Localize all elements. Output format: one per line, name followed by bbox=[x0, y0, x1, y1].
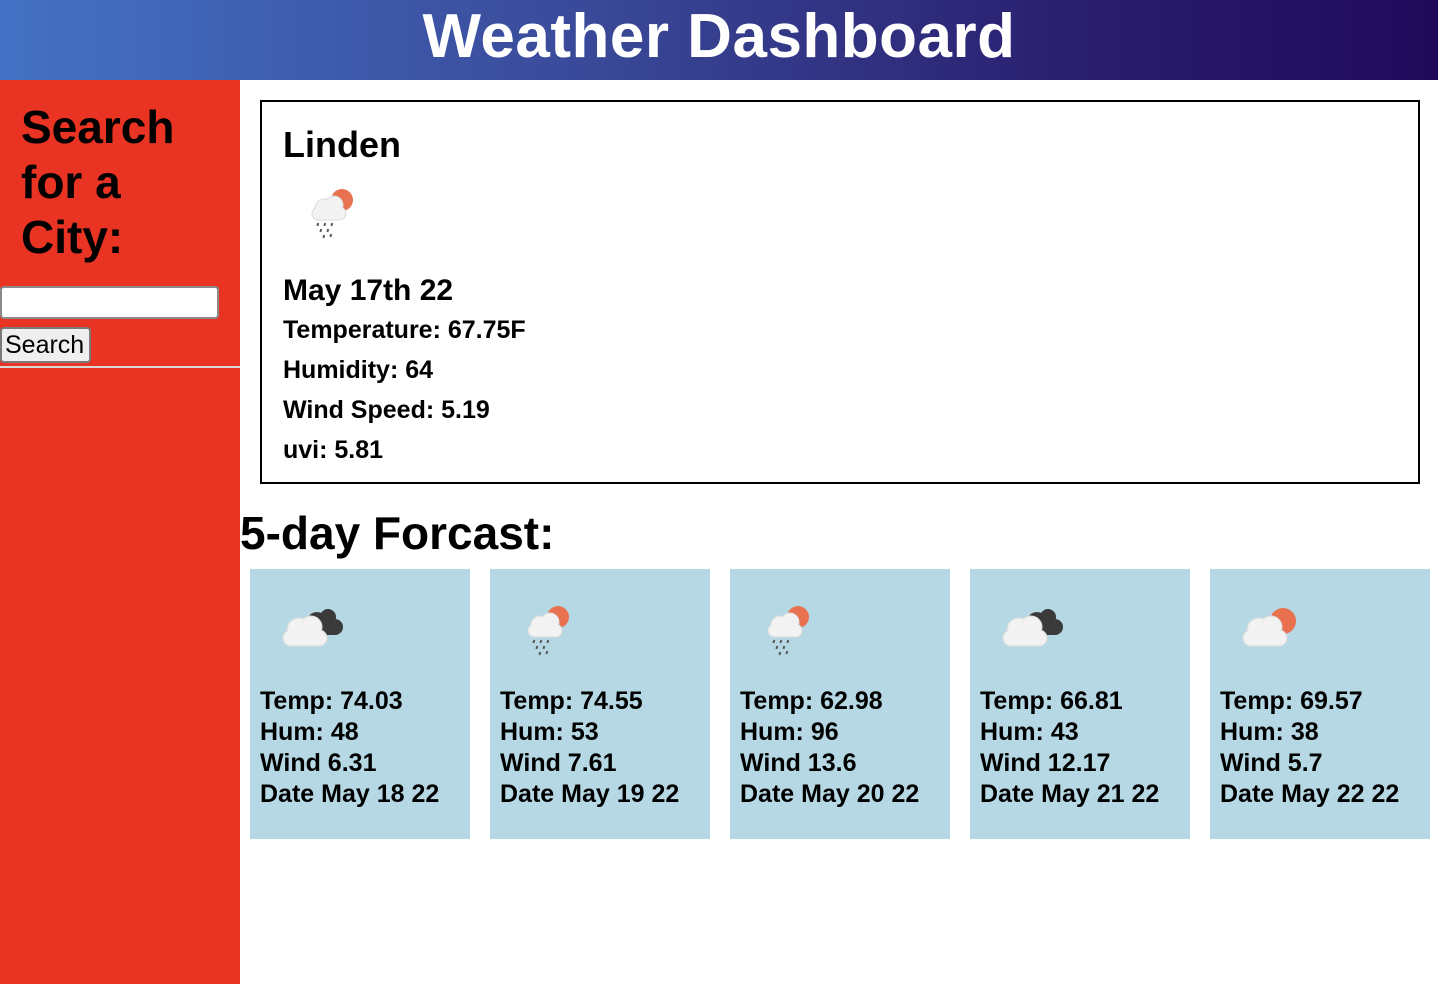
forecast-temp: Temp: 62.98 bbox=[740, 687, 883, 715]
forecast-temp: Temp: 69.57 bbox=[1220, 687, 1363, 715]
search-sidebar: Search for a City: Search bbox=[0, 80, 240, 984]
forecast-date: Date May 20 22 bbox=[740, 780, 920, 808]
sun-cloud-icon bbox=[1231, 597, 1311, 657]
app-header: Weather Dashboard bbox=[0, 0, 1438, 80]
rain-sun-cloud-icon bbox=[758, 599, 822, 663]
dark-cloud-icon bbox=[991, 597, 1071, 657]
forecast-date: Date May 22 22 bbox=[1220, 780, 1400, 808]
forecast-wind: Wind 13.6 bbox=[740, 749, 857, 777]
rain-sun-cloud-icon bbox=[518, 599, 582, 663]
forecast-wind: Wind 12.17 bbox=[980, 749, 1111, 777]
search-button[interactable]: Search bbox=[0, 327, 91, 363]
forecast-date: Date May 19 22 bbox=[500, 780, 680, 808]
page-title: Weather Dashboard bbox=[422, 2, 1016, 71]
forecast-humidity: Hum: 96 bbox=[740, 718, 839, 746]
forecast-card: Temp: 62.98 Hum: 96 Wind 13.6 Date May 2… bbox=[730, 569, 950, 839]
forecast-date: Date May 21 22 bbox=[980, 780, 1160, 808]
forecast-humidity: Hum: 53 bbox=[500, 718, 599, 746]
forecast-temp: Temp: 74.03 bbox=[260, 687, 403, 715]
forecast-card: Temp: 74.03 Hum: 48 Wind 6.31 Date May 1… bbox=[250, 569, 470, 839]
forecast-card: Temp: 74.55 Hum: 53 Wind 7.61 Date May 1… bbox=[490, 569, 710, 839]
forecast-date: Date May 18 22 bbox=[260, 780, 440, 808]
current-date: May 17th 22 bbox=[283, 274, 454, 307]
city-search-input[interactable] bbox=[0, 286, 219, 319]
forecast-title: 5-day Forcast: bbox=[240, 507, 555, 559]
forecast-wind: Wind 7.61 bbox=[500, 749, 617, 777]
search-heading: Search for a City: bbox=[21, 101, 175, 263]
forecast-card: Temp: 66.81 Hum: 43 Wind 12.17 Date May … bbox=[970, 569, 1190, 839]
current-weather-card: Linden May 17th 22 Temperature: 67.75F H… bbox=[260, 100, 1420, 484]
forecast-card: Temp: 69.57 Hum: 38 Wind 5.7 Date May 22… bbox=[1210, 569, 1430, 839]
search-history-divider bbox=[0, 366, 240, 368]
forecast-temp: Temp: 74.55 bbox=[500, 687, 643, 715]
forecast-humidity: Hum: 48 bbox=[260, 718, 359, 746]
dark-cloud-icon bbox=[271, 597, 351, 657]
current-city-name: Linden bbox=[283, 124, 401, 165]
rain-sun-cloud-icon bbox=[302, 182, 366, 246]
current-uvi: uvi: 5.81 bbox=[283, 436, 384, 464]
current-humidity: Humidity: 64 bbox=[283, 356, 434, 384]
forecast-wind: Wind 5.7 bbox=[1220, 749, 1323, 777]
forecast-wind: Wind 6.31 bbox=[260, 749, 377, 777]
current-temperature: Temperature: 67.75F bbox=[283, 316, 526, 344]
current-wind-speed: Wind Speed: 5.19 bbox=[283, 396, 490, 424]
forecast-humidity: Hum: 43 bbox=[980, 718, 1079, 746]
forecast-humidity: Hum: 38 bbox=[1220, 718, 1319, 746]
forecast-temp: Temp: 66.81 bbox=[980, 687, 1123, 715]
